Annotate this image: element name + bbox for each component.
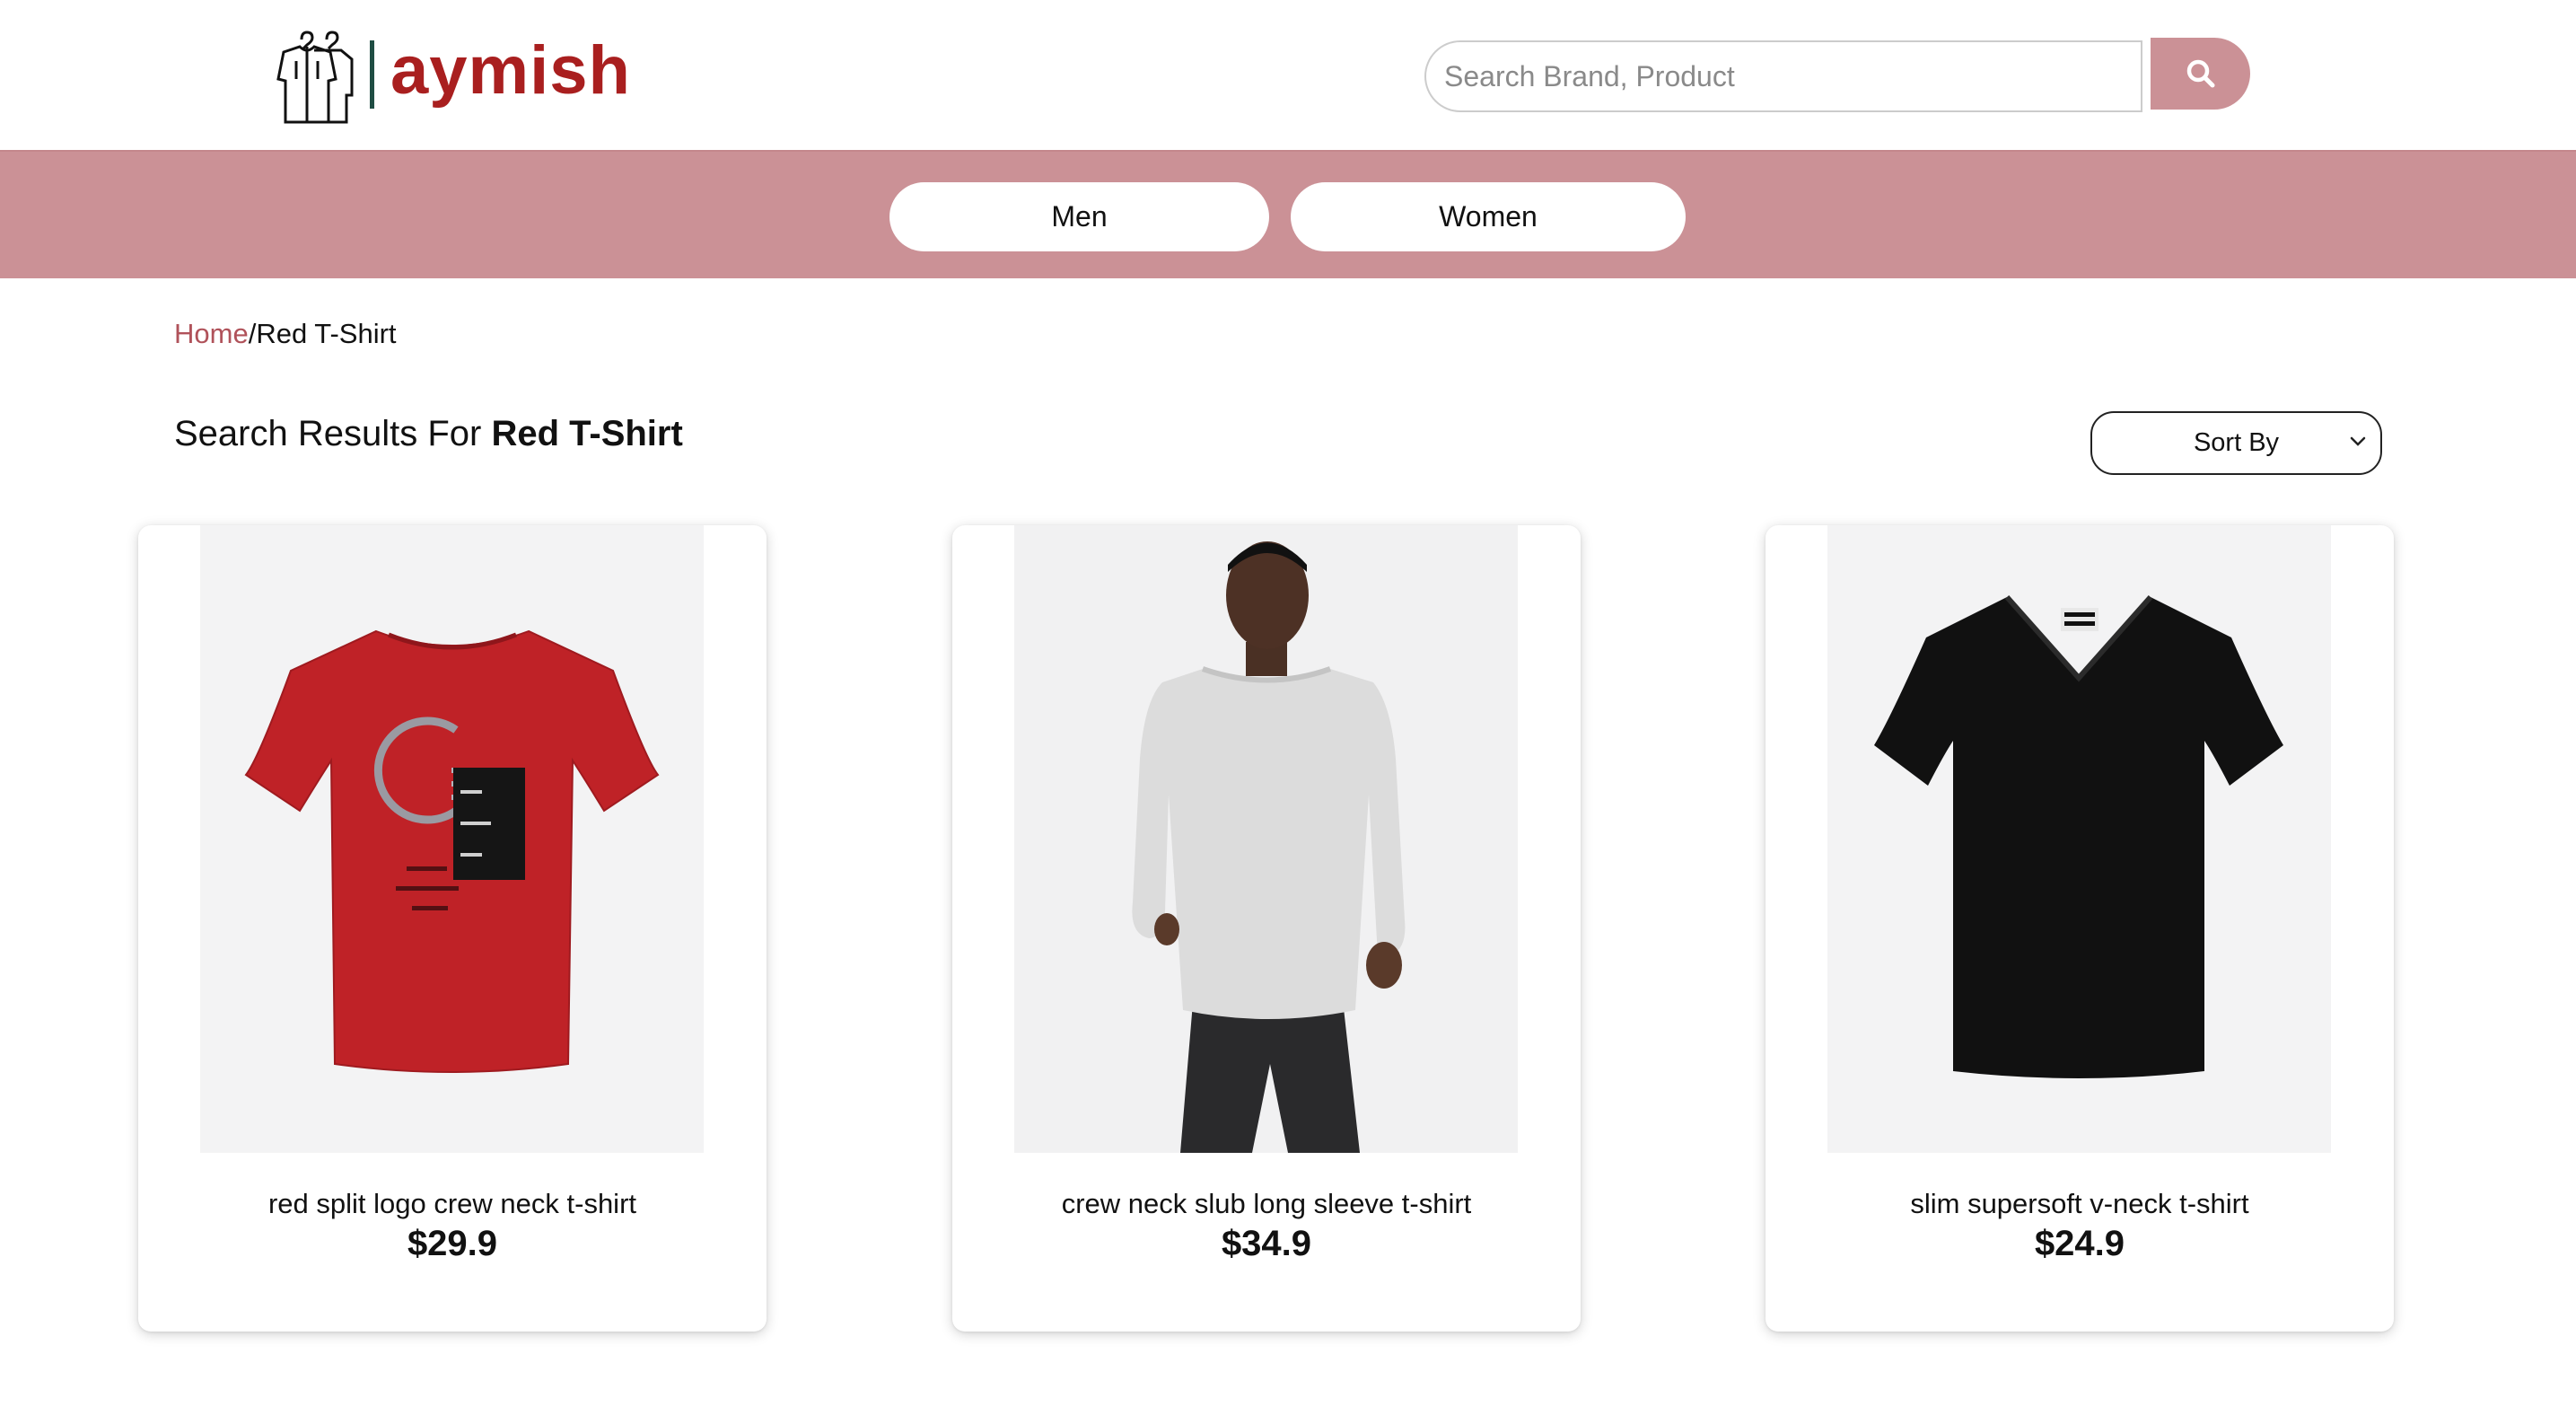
nav-men-label: Men [1051,200,1108,233]
product-price: $24.9 [2034,1224,2125,1263]
results-prefix: Search Results For [174,414,492,453]
red-tshirt-image[interactable] [200,525,704,1153]
results-heading: Search Results For Red T-Shirt [174,411,683,456]
nav-women-label: Women [1439,200,1538,233]
sort-by-label: Sort By [2193,428,2280,457]
breadcrumb-current: Red T-Shirt [256,318,397,349]
site-header: aymish [0,0,2576,150]
breadcrumb-home-link[interactable]: Home [174,316,249,352]
search-input[interactable] [1424,40,2142,112]
product-card[interactable]: crew neck slub long sleeve t-shirt $34.9 [952,525,1581,1332]
product-title[interactable]: red split logo crew neck t-shirt [138,1186,767,1222]
search-icon [2186,59,2214,88]
logo-divider [370,40,374,109]
grey-long-sleeve-model-image[interactable] [1014,525,1518,1153]
product-price: $29.9 [407,1224,498,1263]
search-input-edge [2141,40,2142,112]
product-price: $34.9 [1221,1224,1312,1263]
clothes-rack-icon [276,31,354,124]
sort-by-select[interactable]: Sort By [2090,411,2382,475]
product-title[interactable]: crew neck slub long sleeve t-shirt [952,1186,1581,1222]
nav-men-button[interactable]: Men [889,182,1269,251]
breadcrumb-separator: / [248,318,257,349]
nav-women-button[interactable]: Women [1291,182,1686,251]
brand-name: aymish [390,32,631,109]
search-button[interactable] [2151,38,2250,110]
product-card[interactable]: slim supersoft v-neck t-shirt $24.9 [1766,525,2394,1332]
black-vneck-tshirt-image[interactable] [1827,525,2331,1153]
product-title[interactable]: slim supersoft v-neck t-shirt [1766,1186,2394,1222]
brand-logo[interactable]: aymish [275,25,631,124]
product-card[interactable]: red split logo crew neck t-shirt $29.9 [138,525,767,1332]
category-nav: Men Women [0,150,2576,278]
chevron-down-icon [2350,436,2366,446]
results-query: Red T-Shirt [491,414,683,453]
breadcrumb: Home / Red T-Shirt [174,316,397,352]
